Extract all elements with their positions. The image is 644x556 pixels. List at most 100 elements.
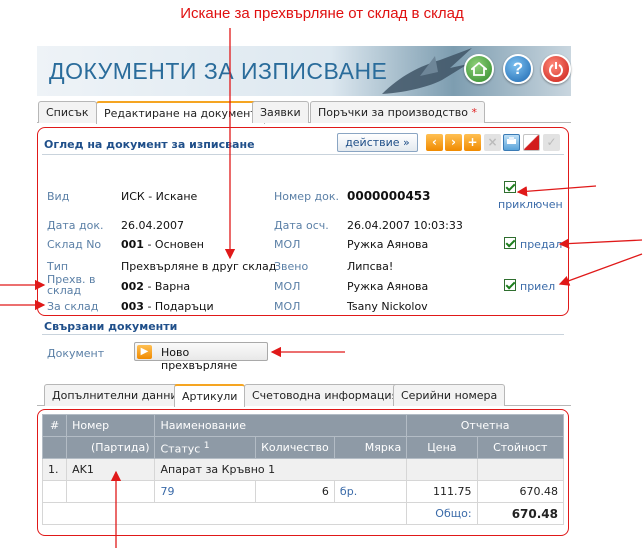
new-transfer-button[interactable]: ▶ Ново прехвърляне (134, 342, 268, 372)
home-icon (471, 61, 487, 76)
tab-production-orders-label: Поръчки за производство (318, 106, 469, 119)
col-number[interactable]: Номер (66, 414, 156, 437)
tab-production-orders[interactable]: Поръчки за производство * (310, 101, 486, 123)
document-label: Документ (47, 347, 105, 360)
row-qty: 6 (254, 480, 335, 503)
transfer-from-label: Прехв. в склад (47, 273, 96, 297)
col-hash-blank (41, 436, 68, 459)
tab-serial-numbers[interactable]: Серийни номера (393, 384, 506, 406)
transfer-from-value: 002 - Варна (121, 280, 190, 293)
tab-articles[interactable]: Артикули (174, 384, 246, 407)
home-button[interactable] (464, 54, 494, 84)
col-value[interactable]: Стойност (476, 436, 565, 459)
col-qty[interactable]: Количество (254, 436, 335, 459)
next-icon[interactable]: › (445, 134, 462, 151)
linked-divider (42, 334, 564, 335)
total-blank (41, 502, 407, 525)
tab-accounting-info[interactable]: Счетоводна информация (244, 384, 407, 406)
linked-documents-title: Свързани документи (44, 320, 178, 333)
mol2-value: Ружка Аянова (347, 280, 429, 293)
confirm-icon[interactable]: ✓ (543, 134, 560, 151)
handed-label: предал (520, 238, 563, 251)
table-row[interactable]: 1. AK1 Апарат за Кръвно 1 (41, 458, 565, 481)
received-checkbox[interactable] (504, 279, 516, 291)
row-blank-2 (476, 458, 565, 481)
tab-requests[interactable]: Заявки (252, 101, 309, 123)
vid-label: Вид (47, 190, 70, 203)
action-button[interactable]: действие » (337, 133, 418, 152)
col-status-sup: 1 (203, 439, 210, 451)
handed-checkbox[interactable] (504, 237, 516, 249)
closed-checkbox[interactable] (504, 181, 516, 193)
total-value: 670.48 (476, 502, 565, 525)
callout-title: Искане за прехвърляне от склад в склад (180, 5, 464, 22)
doc-number-label: Номер док. (274, 190, 340, 203)
articles-grid: # Номер Наименование Отчетна (Партида) С… (41, 414, 565, 525)
cancel-document-icon[interactable] (523, 134, 540, 151)
col-hash: # (41, 414, 68, 437)
row-number: AK1 (66, 458, 156, 481)
help-button[interactable]: ? (503, 54, 533, 84)
power-icon (549, 62, 563, 77)
print-icon[interactable] (503, 134, 520, 151)
type-label: Тип (47, 260, 69, 273)
page-title: ДОКУМЕНТИ ЗА ИЗПИСВАНЕ (49, 58, 388, 84)
tab-additional-data[interactable]: Допълнителни данни (44, 384, 186, 406)
add-icon[interactable]: + (464, 134, 481, 151)
exit-button[interactable] (541, 54, 571, 84)
doc-date-label: Дата док. (47, 219, 104, 232)
bird-logo (382, 48, 472, 94)
row-value: 670.48 (476, 480, 565, 503)
warehouse-code: 001 (121, 238, 144, 251)
row-blank-1 (406, 458, 478, 481)
closed-label: приключен (498, 198, 563, 211)
to-warehouse-name: - Подаръци (143, 300, 214, 313)
grid-header-row-1: # Номер Наименование Отчетна (41, 414, 564, 437)
row-detail-blank (41, 480, 68, 503)
col-price[interactable]: Цена (406, 436, 478, 459)
mol1-label: МОЛ (274, 238, 301, 251)
row-price: 111.75 (406, 480, 478, 503)
warehouse-value: 001 - Основен (121, 238, 204, 251)
to-warehouse-code: 003 (121, 300, 144, 313)
total-label: Общо: (406, 502, 478, 525)
row-name: Апарат за Кръвно 1 (154, 458, 408, 481)
col-measure[interactable]: Мярка (333, 436, 408, 459)
doc-date-value: 26.04.2007 (121, 219, 184, 232)
col-unit-price: Отчетна (406, 414, 564, 437)
arrow-right-icon: ▶ (137, 345, 152, 359)
document-view-title: Оглед на документ за изписване (44, 138, 255, 151)
transfer-from-name: - Варна (143, 280, 191, 293)
warehouse-label: Склад No (47, 238, 102, 251)
unit-label: Звено (274, 260, 309, 273)
transfer-from-code: 002 (121, 280, 144, 293)
row-measure: бр. (333, 480, 408, 503)
printer-glyph (507, 137, 516, 144)
doc-number-value: 0000000453 (347, 189, 431, 203)
warehouse-name: - Основен (143, 238, 205, 251)
total-row: Общо: 670.48 (41, 502, 565, 525)
acc-date-value: 26.04.2007 10:03:33 (347, 219, 463, 232)
row-batch (66, 480, 156, 503)
col-name[interactable]: Наименование (154, 414, 408, 437)
mol3-label: МОЛ (274, 300, 301, 313)
type-value: Прехвърляне в друг склад (121, 260, 277, 273)
new-transfer-label: Ново прехвърляне (161, 346, 238, 372)
to-warehouse-label: За склад (47, 300, 99, 313)
grid-header-row-2: (Партида) Статус 1 Количество Мярка Цена… (41, 436, 565, 459)
row-status[interactable]: 79 (154, 480, 256, 503)
acc-date-label: Дата осч. (274, 219, 329, 232)
help-icon: ? (512, 59, 524, 78)
col-status[interactable]: Статус 1 (154, 436, 256, 459)
unit-value: Липсва! (347, 260, 394, 273)
row-index: 1. (41, 458, 68, 481)
mol2-label: МОЛ (274, 280, 301, 293)
to-warehouse-value: 003 - Подаръци (121, 300, 214, 313)
delete-icon[interactable]: × (484, 134, 501, 151)
tab-edit-document[interactable]: Редактиране на документ (96, 101, 265, 124)
vid-value: ИСК - Искане (121, 190, 198, 203)
tab-list[interactable]: Списък (38, 101, 97, 123)
col-batch[interactable]: (Партида) (66, 436, 156, 459)
prev-icon[interactable]: ‹ (426, 134, 443, 151)
table-row-detail[interactable]: 79 6 бр. 111.75 670.48 (41, 480, 565, 503)
